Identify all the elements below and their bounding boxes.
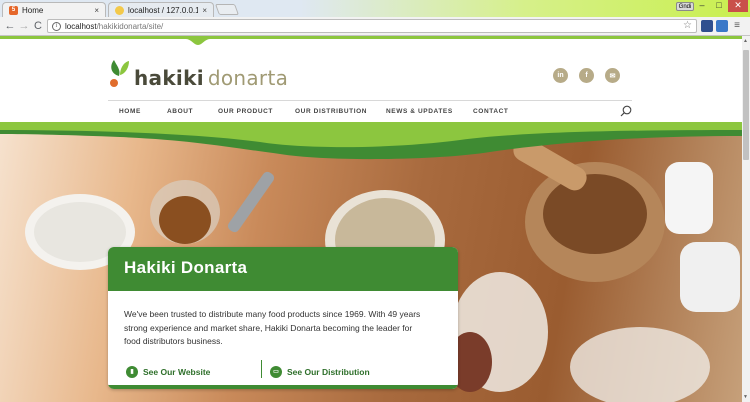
back-button[interactable]: ← [3,19,17,33]
logo-word-donarta: donarta [207,66,289,90]
main-navigation: HOME ABOUT OUR PRODUCT OUR DISTRIBUTION … [108,100,632,122]
menu-icon[interactable]: ≡ [731,20,743,32]
link-divider [261,360,262,378]
see-our-website-link[interactable]: ▮ See Our Website [126,366,210,378]
maximize-button[interactable]: □ [711,0,727,12]
window-close-button[interactable]: ✕ [728,0,748,12]
html-favicon-icon: 5 [9,5,18,15]
chart-icon: ▮ [126,366,138,378]
top-wave-decoration [0,36,742,45]
search-icon[interactable] [620,105,632,117]
url-host: localhost [65,21,97,31]
scroll-down-icon[interactable]: ▼ [743,394,748,400]
profile-button[interactable]: Gndi [676,2,694,11]
hero-description: We've been trusted to distribute many fo… [124,309,421,346]
site-logo[interactable]: hakiki donarta [108,56,288,90]
extension-icon[interactable] [716,20,728,32]
page-scrollbar[interactable]: ▲ ▼ [742,36,750,402]
hero-card-header: Hakiki Donarta [108,247,458,291]
hero-title: Hakiki Donarta [124,258,248,277]
browser-toolbar: ← → C i localhost/hakikidonarta/site/ ☆ … [0,17,750,36]
new-tab-button[interactable] [214,4,240,15]
truck-icon: ▭ [270,366,282,378]
green-wave-decoration [0,122,742,160]
linkedin-icon[interactable]: in [553,68,568,83]
nav-our-distribution[interactable]: OUR DISTRIBUTION [295,108,367,115]
bookmark-star-icon[interactable]: ☆ [683,20,692,31]
hero-card: Hakiki Donarta We've been trusted to dis… [108,247,458,389]
nav-news-updates[interactable]: NEWS & UPDATES [386,108,453,115]
tab-close-icon[interactable]: × [202,6,207,15]
facebook-icon[interactable]: f [579,68,594,83]
see-our-distribution-link[interactable]: ▭ See Our Distribution [270,366,370,378]
browser-tab-bar: 5 Home × localhost / 127.0.0.1 / ba × Gn… [0,0,750,17]
nav-our-product[interactable]: OUR PRODUCT [218,108,273,115]
logo-word-hakiki: hakiki [134,66,204,90]
forward-button[interactable]: → [17,19,31,33]
tab-title: localhost / 127.0.0.1 / ba [128,5,199,15]
tab-phpmyadmin[interactable]: localhost / 127.0.0.1 / ba × [108,2,214,17]
nav-contact[interactable]: CONTACT [473,108,509,115]
tab-close-icon[interactable]: × [94,6,99,15]
nav-about[interactable]: ABOUT [167,108,193,115]
address-bar[interactable]: i localhost/hakikidonarta/site/ ☆ [47,19,697,33]
hero-card-bottom-bar [108,385,458,389]
scroll-up-icon[interactable]: ▲ [743,38,748,44]
email-icon[interactable]: ✉ [605,68,620,83]
see-our-distribution-label: See Our Distribution [287,367,370,377]
tab-home[interactable]: 5 Home × [2,2,106,17]
minimize-button[interactable]: – [694,0,710,12]
info-icon[interactable]: i [52,21,61,31]
page-viewport: hakiki donarta in f ✉ HOME ABOUT OUR PRO… [0,36,742,402]
url-path: /hakikidonarta/site/ [96,21,164,31]
see-our-website-label: See Our Website [143,367,211,377]
hero-section: Hakiki Donarta We've been trusted to dis… [0,122,742,402]
nav-home[interactable]: HOME [119,108,141,115]
leaf-logo-icon [110,60,129,87]
tab-title: Home [22,5,44,15]
reload-button[interactable]: C [31,19,45,33]
extension-icon[interactable] [701,20,713,32]
phpmyadmin-favicon-icon [115,5,124,15]
scrollbar-thumb[interactable] [743,50,749,160]
